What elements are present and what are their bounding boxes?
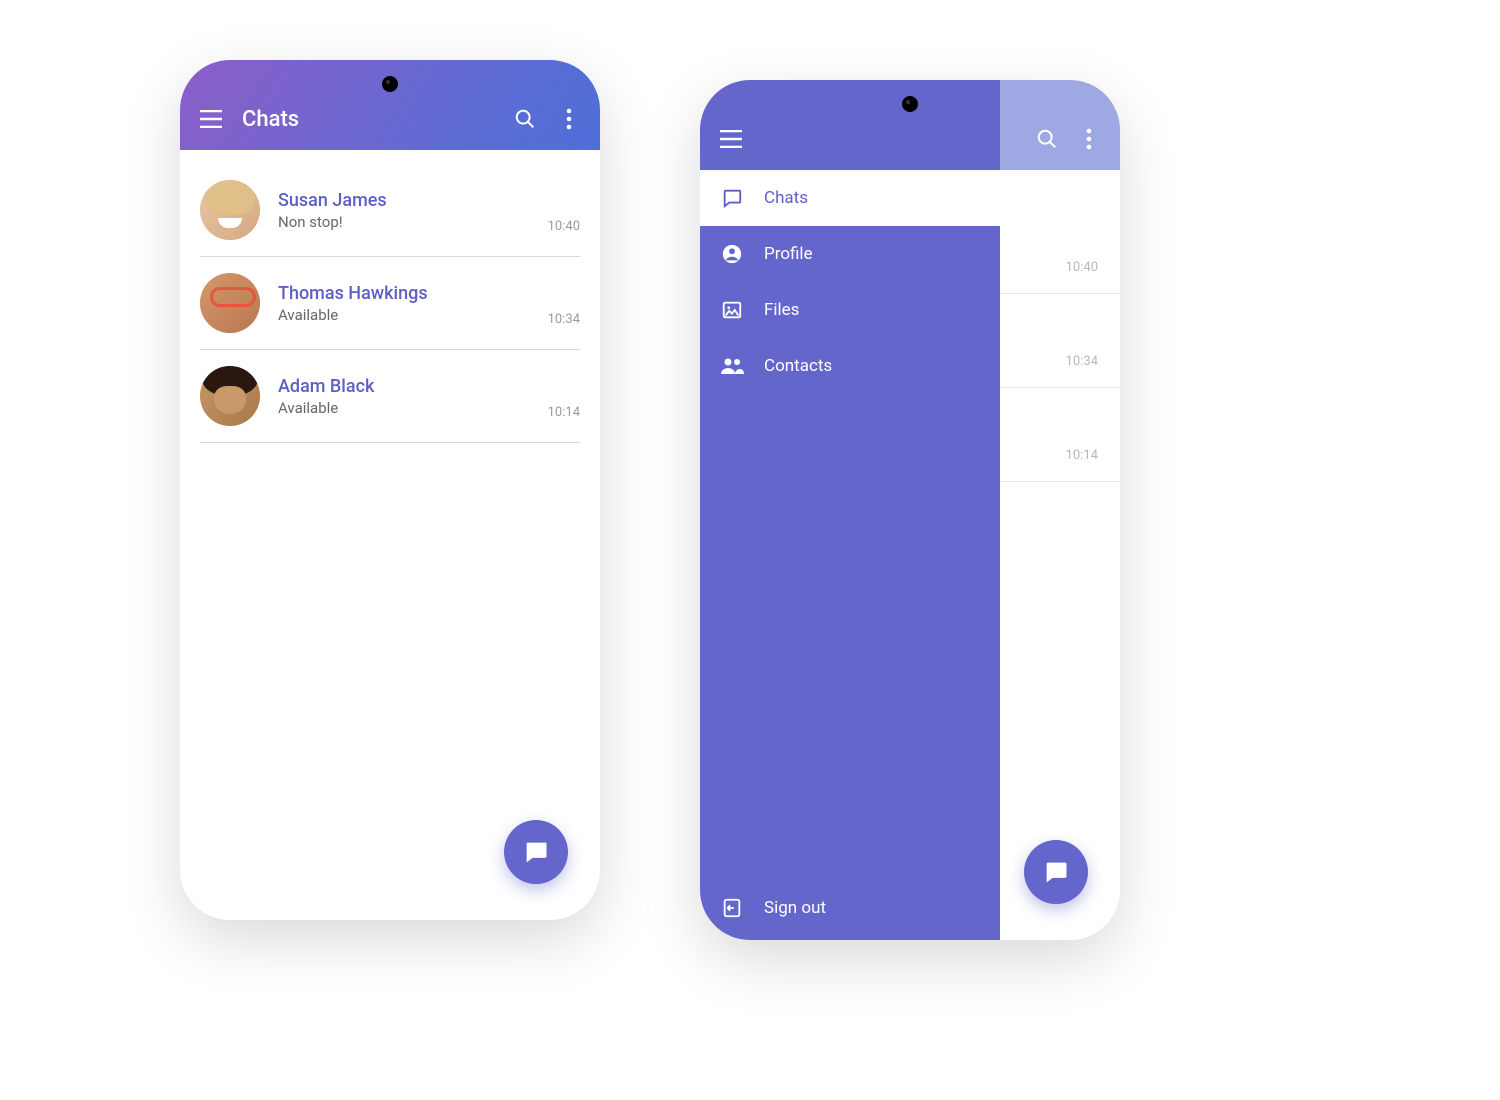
chat-list-item[interactable]: Adam Black Available 10:14 bbox=[200, 350, 580, 443]
more-vert-icon bbox=[1086, 128, 1092, 150]
app-header: Chats bbox=[180, 60, 600, 150]
drawer-item-label: Files bbox=[764, 300, 799, 320]
background-chat-peek: 10:40 10:34 10:14 bbox=[1000, 170, 1120, 940]
bg-time: 10:40 bbox=[1000, 200, 1120, 294]
chat-name: Thomas Hawkings bbox=[278, 283, 548, 304]
signout-icon bbox=[720, 897, 744, 919]
chat-name: Susan James bbox=[278, 190, 548, 211]
chat-list-item[interactable]: Susan James Non stop! 10:40 bbox=[200, 170, 580, 257]
bg-time: 10:34 bbox=[1000, 294, 1120, 388]
chat-status: Available bbox=[278, 306, 548, 324]
chat-time: 10:34 bbox=[548, 312, 580, 327]
signout-label: Sign out bbox=[764, 898, 826, 918]
drawer-item-profile[interactable]: Profile bbox=[700, 226, 1000, 282]
drawer-item-label: Profile bbox=[764, 244, 813, 264]
new-chat-fab[interactable] bbox=[504, 820, 568, 884]
menu-icon bbox=[720, 130, 742, 148]
chat-icon bbox=[1042, 858, 1070, 886]
menu-icon bbox=[200, 110, 222, 128]
nav-drawer: Chats Profile Files Contacts Sign out bbox=[700, 170, 1000, 940]
menu-button[interactable] bbox=[198, 106, 224, 132]
account-circle-icon bbox=[720, 243, 744, 265]
avatar bbox=[200, 366, 260, 426]
drawer-item-contacts[interactable]: Contacts bbox=[700, 338, 1000, 394]
chat-list: Susan James Non stop! 10:40 Thomas Hawki… bbox=[180, 150, 600, 443]
new-chat-fab[interactable] bbox=[1024, 840, 1088, 904]
avatar bbox=[200, 180, 260, 240]
chat-text: Thomas Hawkings Available bbox=[278, 283, 548, 324]
search-icon bbox=[514, 108, 536, 130]
chat-text: Adam Black Available bbox=[278, 376, 548, 417]
search-icon bbox=[1036, 128, 1058, 150]
drawer-item-chats[interactable]: Chats bbox=[700, 170, 1000, 226]
chat-name: Adam Black bbox=[278, 376, 548, 397]
people-icon bbox=[720, 355, 744, 377]
header-drawer-bg bbox=[700, 80, 1000, 170]
chat-status: Non stop! bbox=[278, 213, 548, 231]
image-icon bbox=[720, 299, 744, 321]
camera-notch bbox=[382, 76, 398, 92]
drawer-signout[interactable]: Sign out bbox=[700, 876, 1000, 940]
chat-list-item[interactable]: Thomas Hawkings Available 10:34 bbox=[200, 257, 580, 350]
chat-status: Available bbox=[278, 399, 548, 417]
search-button[interactable] bbox=[512, 106, 538, 132]
drawer-item-label: Contacts bbox=[764, 356, 832, 376]
phone-screen-chats: Chats Susan James Non stop! 10:40 Thomas… bbox=[180, 60, 600, 920]
drawer-item-files[interactable]: Files bbox=[700, 282, 1000, 338]
more-button[interactable] bbox=[1076, 126, 1102, 152]
chat-time: 10:14 bbox=[548, 405, 580, 420]
chat-text: Susan James Non stop! bbox=[278, 190, 548, 231]
header-content-bg bbox=[1000, 80, 1120, 170]
bg-time: 10:14 bbox=[1000, 388, 1120, 482]
chat-time: 10:40 bbox=[548, 219, 580, 234]
chat-outline-icon bbox=[720, 187, 744, 209]
menu-button[interactable] bbox=[718, 126, 744, 152]
avatar bbox=[200, 273, 260, 333]
chat-icon bbox=[522, 838, 550, 866]
page-title: Chats bbox=[242, 107, 512, 132]
more-vert-icon bbox=[566, 108, 572, 130]
camera-notch bbox=[902, 96, 918, 112]
more-button[interactable] bbox=[556, 106, 582, 132]
search-button[interactable] bbox=[1034, 126, 1060, 152]
app-header bbox=[700, 80, 1120, 170]
phone-screen-drawer: 10:40 10:34 10:14 Chats bbox=[700, 80, 1120, 940]
drawer-item-label: Chats bbox=[764, 188, 808, 208]
